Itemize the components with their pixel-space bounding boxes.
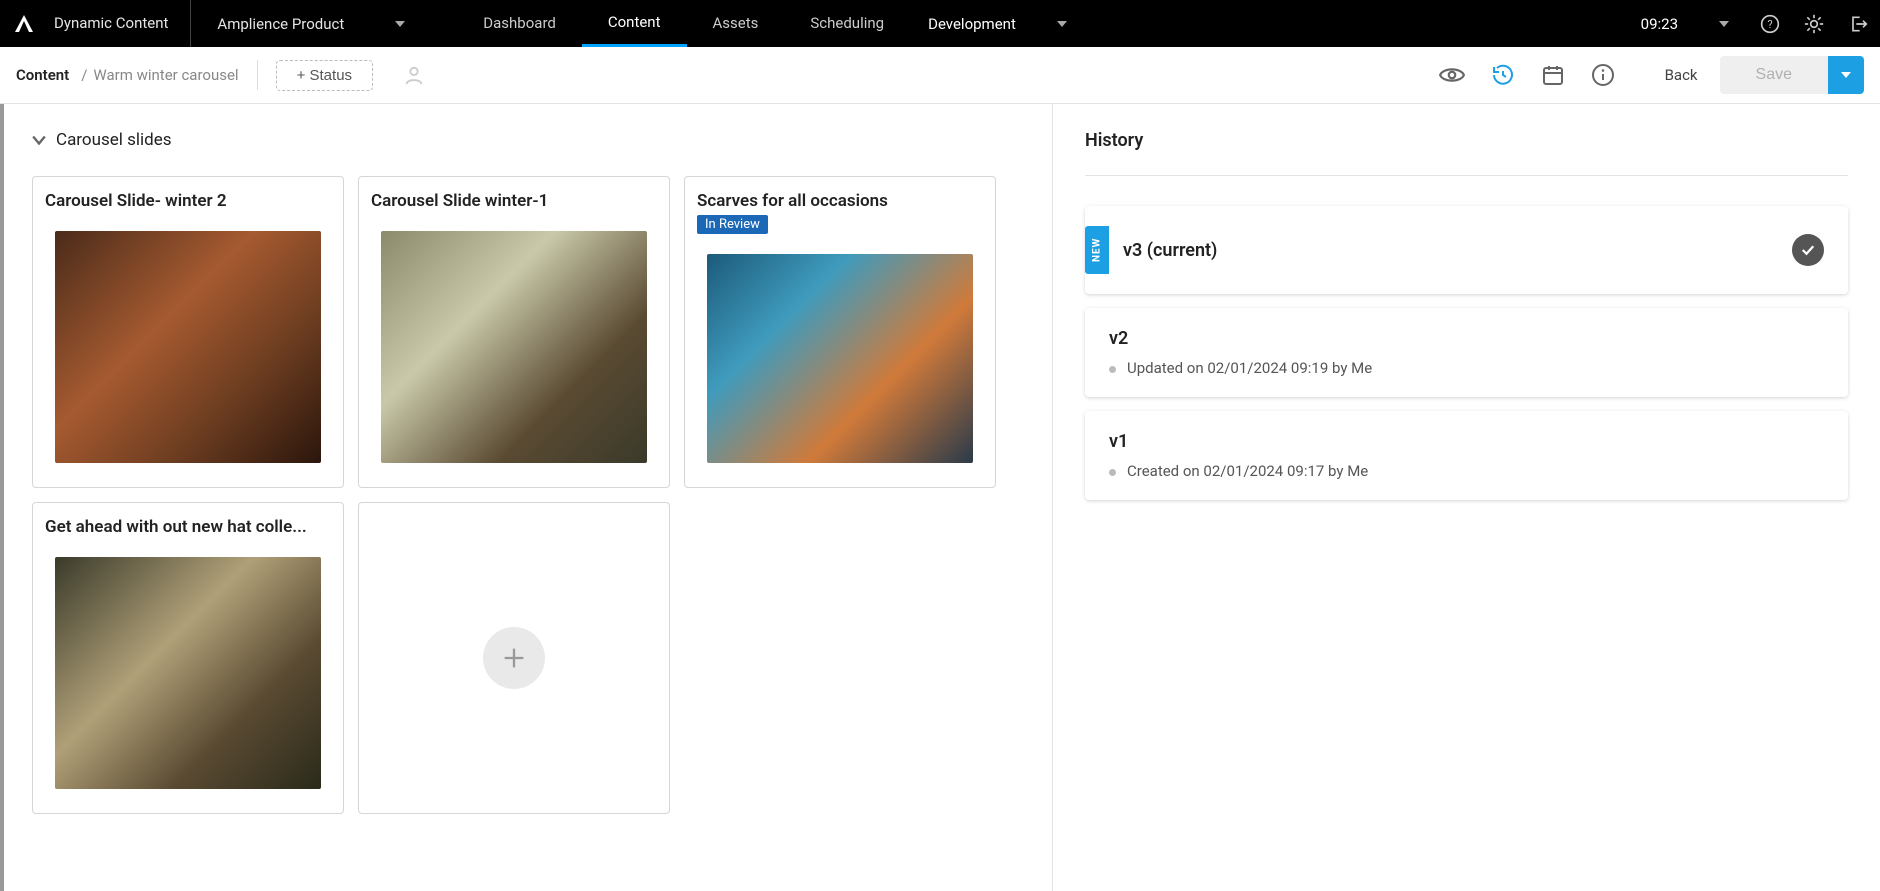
help-button[interactable]: ?: [1748, 0, 1792, 47]
product-switcher[interactable]: Amplience Product: [191, 0, 427, 47]
help-icon: ?: [1760, 14, 1780, 34]
settings-button[interactable]: [1792, 0, 1836, 47]
logout-button[interactable]: [1836, 0, 1880, 47]
add-slide-circle: [483, 627, 545, 689]
info-icon: [1591, 63, 1615, 87]
history-item[interactable]: v2 Updated on 02/01/2024 09:19 by Me: [1085, 308, 1848, 397]
logout-icon: [1848, 14, 1868, 34]
chevron-down-icon: [1840, 69, 1852, 81]
body-area: Carousel slides Carousel Slide- winter 2…: [0, 104, 1880, 891]
slides-cards: Carousel Slide- winter 2 Carousel Slide …: [32, 176, 1036, 814]
add-slide-card[interactable]: [358, 502, 670, 814]
calendar-icon: [1541, 63, 1565, 87]
history-button[interactable]: [1491, 63, 1515, 87]
nav-scheduling[interactable]: Scheduling: [784, 0, 910, 47]
nav-content[interactable]: Content: [582, 0, 687, 47]
slide-card-thumb: [707, 254, 973, 463]
product-switcher-label: Amplience Product: [217, 15, 344, 33]
main-nav: Dashboard Content Assets Scheduling: [457, 0, 910, 47]
plus-icon: [500, 644, 528, 672]
time-switcher[interactable]: 09:23: [1623, 15, 1748, 33]
schedule-button[interactable]: [1541, 63, 1565, 87]
slide-card[interactable]: Carousel Slide winter-1: [358, 176, 670, 488]
context-icons: [1439, 62, 1615, 88]
slide-card-thumb: [55, 231, 321, 463]
chevron-down-icon: [1056, 18, 1068, 30]
new-ribbon: NEW: [1085, 226, 1109, 274]
slide-card-thumb: [381, 231, 647, 463]
slide-card-title: Carousel Slide winter-1: [371, 191, 657, 211]
history-version-label: v2: [1109, 328, 1372, 349]
slides-section-title: Carousel slides: [56, 130, 172, 150]
history-pane: History NEW v3 (current) v2 Updated on 0…: [1052, 104, 1880, 891]
context-bar: Content / Warm winter carousel + Status: [0, 47, 1880, 104]
slide-card-thumb: [55, 557, 321, 789]
person-icon: [403, 64, 425, 86]
history-item-current[interactable]: NEW v3 (current): [1085, 206, 1848, 294]
nav-dashboard[interactable]: Dashboard: [457, 0, 582, 47]
slide-card-title: Carousel Slide- winter 2: [45, 191, 331, 211]
time-label: 09:23: [1641, 15, 1678, 33]
chevron-down-icon: [32, 133, 46, 147]
slide-card-title: Get ahead with out new hat colle...: [45, 517, 331, 537]
preview-button[interactable]: [1439, 62, 1465, 88]
history-divider: [1085, 175, 1848, 176]
breadcrumb-separator: /: [75, 66, 93, 84]
history-current-check: [1792, 234, 1824, 266]
history-title: History: [1085, 130, 1848, 151]
slide-card-title: Scarves for all occasions: [697, 191, 983, 211]
history-meta: Updated on 02/01/2024 09:19 by Me: [1109, 359, 1372, 377]
environment-switcher[interactable]: Development: [910, 15, 1086, 33]
slide-card[interactable]: Scarves for all occasions In Review: [684, 176, 996, 488]
history-version-label: v3 (current): [1123, 240, 1217, 261]
history-icon: [1491, 63, 1515, 87]
check-icon: [1799, 241, 1817, 259]
save-dropdown-button[interactable]: [1828, 56, 1864, 94]
slide-card[interactable]: Carousel Slide- winter 2: [32, 176, 344, 488]
topbar: Dynamic Content Amplience Product Dashbo…: [0, 0, 1880, 47]
save-button: Save: [1720, 56, 1828, 94]
chevron-down-icon: [1718, 18, 1730, 30]
history-item[interactable]: v1 Created on 02/01/2024 09:17 by Me: [1085, 411, 1848, 500]
breadcrumb-root[interactable]: Content: [16, 66, 75, 84]
eye-icon: [1439, 62, 1465, 88]
slide-card[interactable]: Get ahead with out new hat colle...: [32, 502, 344, 814]
history-meta: Created on 02/01/2024 09:17 by Me: [1109, 462, 1368, 480]
slides-pane: Carousel slides Carousel Slide- winter 2…: [0, 104, 1052, 891]
context-divider: [257, 60, 258, 90]
gear-icon: [1804, 14, 1824, 34]
environment-label: Development: [928, 15, 1016, 33]
breadcrumb-current: Warm winter carousel: [93, 66, 238, 84]
triangle-logo-icon: [12, 12, 36, 36]
slides-section-header[interactable]: Carousel slides: [32, 130, 1036, 150]
history-version-label: v1: [1109, 431, 1368, 452]
chevron-down-icon: [394, 18, 406, 30]
svg-text:?: ?: [1767, 18, 1772, 31]
back-link[interactable]: Back: [1665, 66, 1698, 84]
assignee-avatar[interactable]: [399, 60, 429, 90]
add-status-button[interactable]: + Status: [276, 60, 373, 91]
nav-assets[interactable]: Assets: [687, 0, 785, 47]
slide-status-badge: In Review: [697, 215, 768, 234]
app-name-label: Dynamic Content: [48, 0, 191, 47]
info-button[interactable]: [1591, 63, 1615, 87]
app-logo[interactable]: [0, 0, 48, 47]
